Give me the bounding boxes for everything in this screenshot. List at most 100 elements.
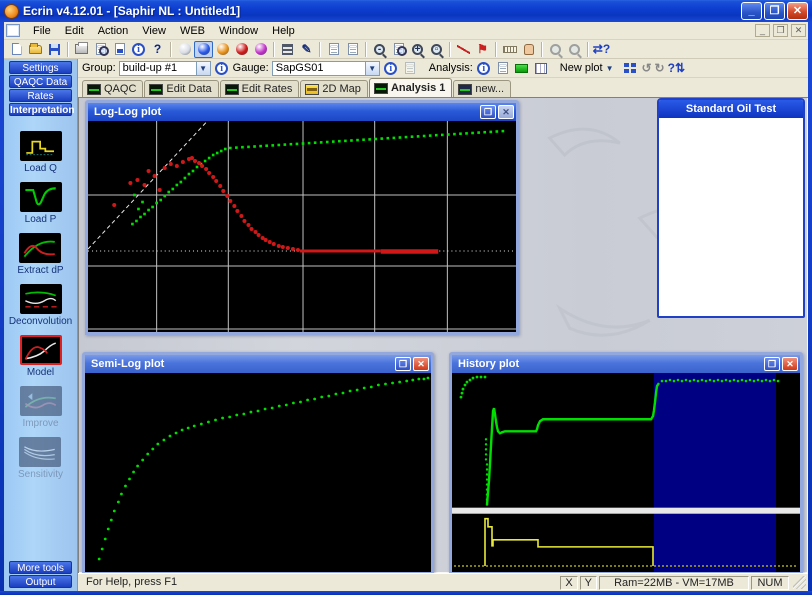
app-title: Ecrin v4.12.01 - [Saphir NL : Untitled1] (23, 4, 739, 18)
menu-help[interactable]: Help (265, 23, 302, 39)
tab-qaqc[interactable]: QAQC (82, 80, 143, 97)
analysis-active-icon[interactable] (514, 61, 530, 76)
report-icon[interactable] (110, 41, 129, 58)
chevron-down-icon[interactable]: ▼ (196, 62, 210, 75)
extract-dp-icon (19, 233, 61, 263)
analysis-copy-icon[interactable] (495, 61, 511, 76)
analysis-grid-icon[interactable] (533, 61, 549, 76)
sidebar-section-interpretation[interactable]: Interpretation (9, 103, 72, 116)
undo-icon[interactable]: ↺ (641, 62, 651, 74)
maximize-icon[interactable]: ❐ (395, 357, 411, 371)
gauge-combobox[interactable]: SapGS01 ▼ (272, 61, 380, 76)
redo-icon[interactable]: ↻ (655, 62, 665, 74)
history-titlebar[interactable]: History plot ❐ ✕ (452, 355, 800, 373)
context-help-icon[interactable]: ⇄? (592, 41, 611, 58)
semilog-titlebar[interactable]: Semi-Log plot ❐ ✕ (85, 355, 431, 373)
history-plot-window[interactable]: History plot ❐ ✕ (449, 352, 803, 573)
menu-edit[interactable]: Edit (58, 23, 91, 39)
maximize-button[interactable]: ❐ (764, 2, 785, 20)
draw-flag-icon[interactable]: ⚑ (473, 41, 492, 58)
copy-plot-icon[interactable] (324, 41, 343, 58)
zoom-box-icon[interactable]: ▫ (427, 41, 446, 58)
semilog-plot-window[interactable]: Semi-Log plot ❐ ✕ (82, 352, 434, 573)
history-plot-area[interactable] (452, 373, 800, 572)
chevron-down-icon[interactable]: ▼ (365, 62, 379, 75)
print-icon[interactable] (72, 41, 91, 58)
tab-new-analysis[interactable]: new... (453, 80, 511, 97)
status-bar: For Help, press F1 X Y Ram=22MB - VM=17M… (78, 573, 808, 591)
save-icon[interactable] (45, 41, 64, 58)
sidebar-tool-load-p[interactable]: Load P (20, 182, 62, 225)
sidebar-tool-sensitivity[interactable]: Sensitivity (18, 437, 63, 480)
module-magenta-icon[interactable] (251, 41, 270, 58)
module-saphir-icon[interactable] (194, 41, 213, 58)
zoom-out-icon[interactable]: - (370, 41, 389, 58)
semilog-plot-area[interactable] (85, 373, 431, 572)
group-combobox[interactable]: build-up #1 ▼ (119, 61, 211, 76)
loglog-plot-window[interactable]: Log-Log plot ❐ ✕ (85, 100, 519, 335)
sidebar-button-output[interactable]: Output (9, 575, 72, 588)
sidebar-tool-deconvolution[interactable]: Deconvolution (9, 284, 72, 327)
sidebar-section-qaqc-data[interactable]: QAQC Data (9, 75, 72, 88)
edit-pen-icon[interactable]: ✎ (297, 41, 316, 58)
module-orange-icon[interactable] (213, 41, 232, 58)
tab-edit-rates[interactable]: Edit Rates (220, 80, 300, 97)
loglog-titlebar[interactable]: Log-Log plot ❐ ✕ (88, 103, 516, 121)
tab-edit-data[interactable]: Edit Data (144, 80, 218, 97)
sidebar-tool-extract-dp[interactable]: Extract dP (17, 233, 63, 276)
load-q-icon (20, 131, 62, 161)
pan-hand-icon[interactable] (519, 41, 538, 58)
context-help2-icon[interactable]: ?⇅ (668, 62, 685, 74)
copy-document-icon[interactable] (343, 41, 362, 58)
new-document-icon[interactable] (7, 41, 26, 58)
info-icon[interactable]: i (129, 41, 148, 58)
close-button[interactable]: ✕ (787, 2, 808, 20)
minimize-button[interactable]: _ (741, 2, 762, 20)
mdi-minimize-icon[interactable]: _ (755, 24, 770, 37)
tab-analysis[interactable]: Analysis 1 (369, 78, 452, 97)
menu-view[interactable]: View (135, 23, 173, 39)
mdi-restore-icon[interactable]: ❐ (773, 24, 788, 37)
previous-zoom-icon[interactable] (546, 41, 565, 58)
loglog-plot-area[interactable] (88, 121, 516, 332)
menu-window[interactable]: Window (212, 23, 265, 39)
module-gray-icon[interactable] (175, 41, 194, 58)
menu-file[interactable]: File (26, 23, 58, 39)
sidebar-section-rates[interactable]: Rates (9, 89, 72, 102)
maximize-icon[interactable]: ❐ (764, 357, 780, 371)
next-zoom-icon[interactable] (565, 41, 584, 58)
new-plot-button[interactable]: New plot (560, 62, 603, 74)
close-icon[interactable]: ✕ (498, 105, 514, 119)
sidebar-tool-model[interactable]: Model (20, 335, 62, 378)
close-icon[interactable]: ✕ (782, 357, 798, 371)
open-icon[interactable] (26, 41, 45, 58)
print-preview-icon[interactable] (91, 41, 110, 58)
ruler-icon[interactable] (500, 41, 519, 58)
sidebar-button-more-tools[interactable]: More tools (9, 561, 72, 574)
resize-grip[interactable] (793, 576, 806, 589)
new-plot-dropdown-icon[interactable]: ▼ (606, 64, 614, 73)
group-info-icon[interactable]: i (214, 61, 230, 76)
menu-action[interactable]: Action (91, 23, 136, 39)
sidebar-section-settings[interactable]: Settings (9, 61, 72, 74)
analysis-info-icon[interactable]: i (476, 61, 492, 76)
zoom-in-icon[interactable]: + (408, 41, 427, 58)
sidebar-tool-improve[interactable]: Improve (20, 386, 62, 429)
mdi-close-icon[interactable]: ✕ (791, 24, 806, 37)
tile-windows-icon[interactable] (622, 61, 638, 76)
maximize-icon[interactable]: ❐ (480, 105, 496, 119)
gauge-info-icon[interactable]: i (383, 61, 399, 76)
standard-oil-test-panel[interactable]: Standard Oil Test (657, 98, 805, 318)
sidebar-tool-load-q[interactable]: Load Q (20, 131, 62, 174)
history-title: History plot (458, 358, 519, 370)
menu-web[interactable]: WEB (173, 23, 212, 39)
gauge-copy-icon[interactable] (402, 61, 418, 76)
draw-line-icon[interactable] (454, 41, 473, 58)
close-icon[interactable]: ✕ (413, 357, 429, 371)
settings-list-icon[interactable] (278, 41, 297, 58)
edit-pen-glyph: ✎ (301, 43, 311, 55)
reset-scales-icon[interactable] (389, 41, 408, 58)
help-icon[interactable]: ? (148, 41, 167, 58)
tab-map2d[interactable]: 2D Map (300, 80, 368, 97)
module-red-icon[interactable] (232, 41, 251, 58)
